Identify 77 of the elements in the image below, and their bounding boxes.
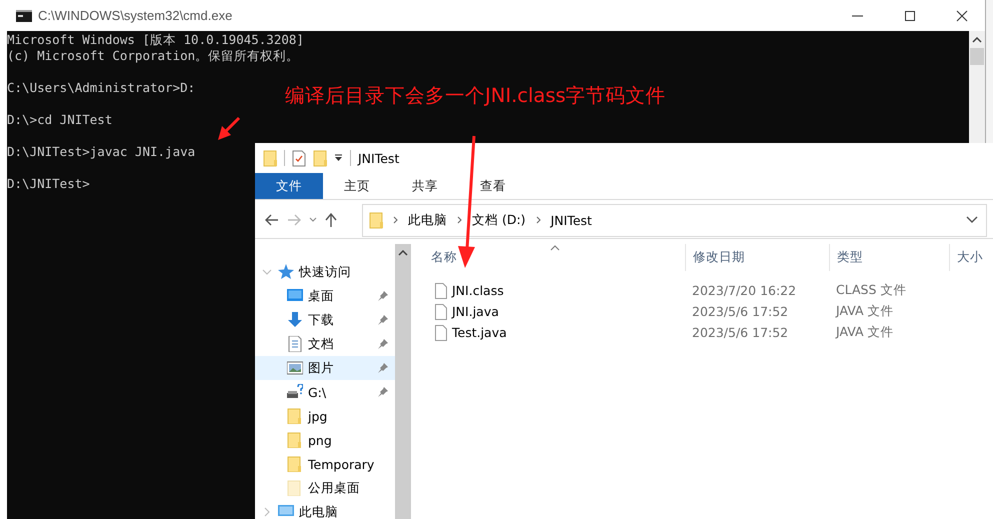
window-title: C:\WINDOWS\system32\cmd.exe xyxy=(38,8,232,23)
nav-item[interactable]: 快速访问 xyxy=(255,260,395,284)
breadcrumb-item[interactable]: 此电脑 xyxy=(408,212,447,228)
nav-item[interactable]: 文档 xyxy=(255,332,395,356)
document-icon xyxy=(287,336,303,352)
nav-item[interactable]: 桌面 xyxy=(255,284,395,308)
chevron-icon xyxy=(457,216,462,224)
column-header[interactable]: 名称 xyxy=(424,244,685,271)
computer-icon xyxy=(278,504,294,519)
star-icon xyxy=(278,264,294,280)
drive-icon xyxy=(287,384,303,400)
arrow xyxy=(218,116,240,140)
nav-item[interactable]: png xyxy=(255,428,395,452)
scroll-thumb[interactable] xyxy=(970,48,984,65)
close-icon xyxy=(956,10,968,22)
scroll-up-icon xyxy=(972,36,982,42)
column-header[interactable]: 修改日期 xyxy=(685,244,829,271)
ribbon-tab[interactable]: 共享 xyxy=(391,173,459,199)
dropdown-icon[interactable] xyxy=(966,216,978,224)
up-icon[interactable] xyxy=(325,213,337,227)
console-text: Microsoft Windows [版本 10.0.19045.3208] xyxy=(7,32,304,48)
folder-icon xyxy=(287,432,303,448)
table-cell-text: CLASS 文件 xyxy=(835,282,908,299)
table-cell-text: JAVA 文件 xyxy=(834,303,894,320)
nav-item[interactable]: jpg xyxy=(255,404,395,428)
back-icon[interactable] xyxy=(265,214,279,226)
scrollbar[interactable] xyxy=(395,244,411,519)
nav-item[interactable]: Temporary xyxy=(255,452,395,476)
ribbon-tab[interactable]: 查看 xyxy=(459,173,527,199)
folder-icon[interactable] xyxy=(313,150,327,166)
breadcrumb-item[interactable]: 文档 (D:) xyxy=(472,212,526,228)
address-bar[interactable]: 此电脑 文档 (D:) JNITest xyxy=(362,204,987,236)
console-text: D:\JNITest>javac JNI.java xyxy=(7,144,196,160)
nav-item[interactable]: 公用桌面 xyxy=(255,476,395,500)
table-cell-text: 2023/5/6 17:52 xyxy=(691,325,790,340)
file-icon xyxy=(435,304,447,320)
sort-icon xyxy=(550,245,560,251)
file-name[interactable]: JNI.java xyxy=(452,304,499,319)
column-header[interactable]: 类型 xyxy=(829,244,949,271)
nav-item[interactable]: G:\ xyxy=(255,380,395,404)
maximize-icon xyxy=(904,10,916,22)
console-text: C:\Users\Administrator>D: xyxy=(7,80,196,96)
folder-icon xyxy=(263,150,277,166)
folder-icon xyxy=(287,408,303,424)
download-icon xyxy=(287,312,303,328)
chevron-icon xyxy=(393,216,398,224)
caret-icon[interactable] xyxy=(309,217,317,223)
scroll-up-icon xyxy=(398,250,408,256)
dropdown-icon[interactable] xyxy=(334,154,343,162)
folder-icon xyxy=(287,456,303,472)
annotation-text: 编译后目录下会多一个JNI.class字节码文件 xyxy=(285,83,666,109)
file-name[interactable]: Test.java xyxy=(452,325,507,340)
console-text: D:\JNITest> xyxy=(7,176,90,192)
checklist-icon[interactable] xyxy=(292,150,306,166)
column-header[interactable]: 大小 xyxy=(949,244,993,271)
forward-icon[interactable] xyxy=(287,214,301,226)
picture-icon xyxy=(287,360,303,376)
folder-icon xyxy=(369,212,383,228)
file-name[interactable]: JNI.class xyxy=(452,283,504,298)
file-icon xyxy=(435,282,447,298)
table-cell-text: 2023/5/6 17:52 xyxy=(691,304,790,319)
nav-item[interactable]: 此电脑 xyxy=(255,500,395,519)
console-text: (c) Microsoft Corporation。保留所有权利。 xyxy=(7,48,300,64)
file-icon xyxy=(435,324,447,340)
table-cell-text: JAVA 文件 xyxy=(834,324,894,341)
console-text: D:\>cd JNITest xyxy=(7,112,112,128)
console-icon xyxy=(16,10,32,22)
ribbon-tab[interactable]: 文件 xyxy=(255,173,323,199)
breadcrumb-item[interactable]: JNITest xyxy=(550,212,592,228)
chevron-icon xyxy=(536,216,541,224)
folder-icon xyxy=(287,480,303,496)
ribbon-tab[interactable]: 主页 xyxy=(323,173,391,199)
table-cell-text: 2023/7/20 16:22 xyxy=(691,283,798,298)
nav-item[interactable]: 图片 xyxy=(255,356,395,380)
window-title: JNITest xyxy=(358,150,400,166)
monitor-icon xyxy=(287,288,303,304)
nav-item[interactable]: 下载 xyxy=(255,308,395,332)
